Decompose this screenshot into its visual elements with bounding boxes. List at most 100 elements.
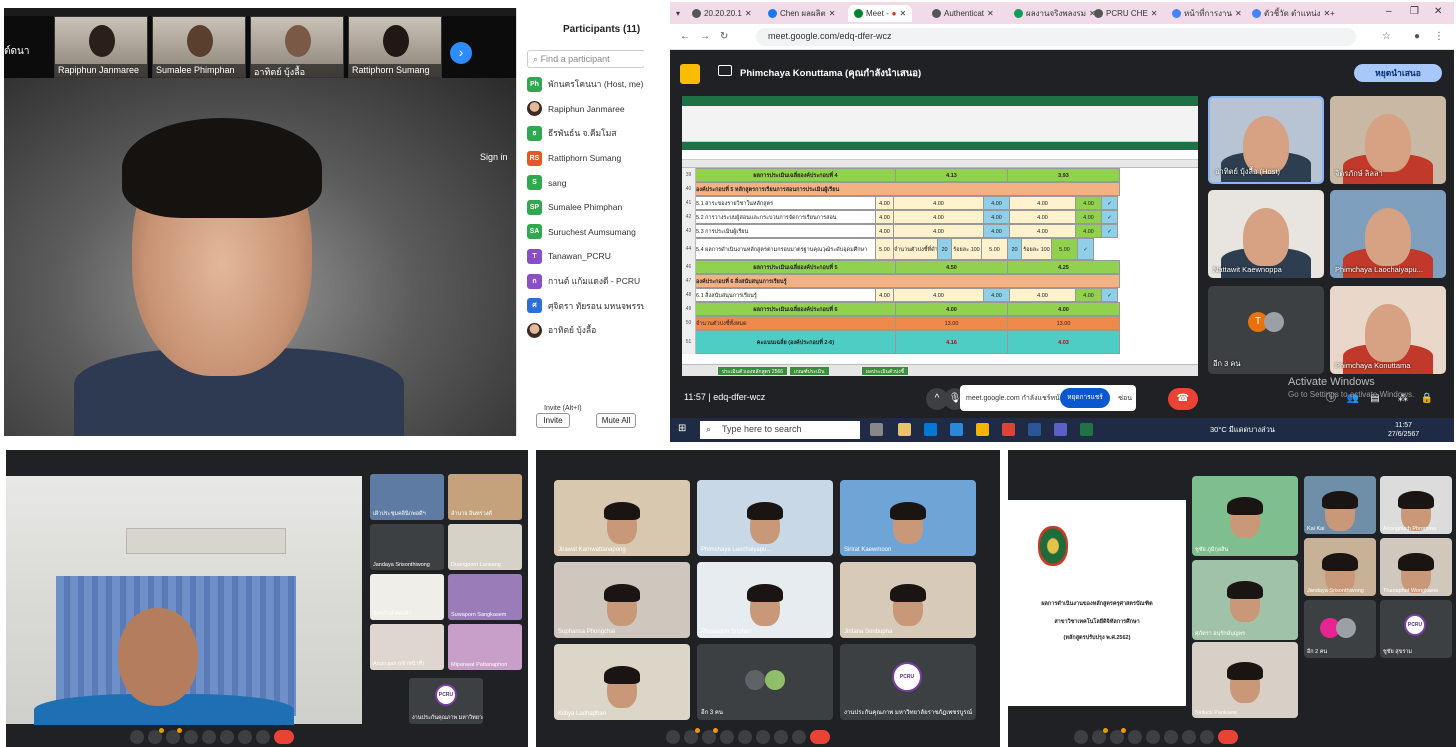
spreadsheet-cell[interactable]: องค์ประกอบที่ 6 สิ่งสนับสนุนการเรียนรู้ — [696, 274, 1120, 288]
participant-row[interactable]: SP Sumalee Phimphan — [527, 195, 644, 220]
participant-thumbnail[interactable]: Rattiphorn Sumang — [348, 16, 442, 78]
hand-icon[interactable] — [1182, 730, 1196, 744]
spreadsheet-cell[interactable]: จำนวนตัวบ่งชี้ทั้งหมด — [696, 316, 896, 330]
participant-thumbnail[interactable]: อาทิตย์ บุ้งลื้อ — [250, 16, 344, 78]
spreadsheet-cell[interactable]: ผลการประเมินเฉลี่ยองค์ประกอบที่ 5 — [696, 260, 896, 274]
camera-off-icon[interactable] — [702, 728, 718, 744]
participant-tile[interactable]: Jandaya Srisonthiwong — [1304, 538, 1376, 596]
browser-tab[interactable]: หน้าที่การงาน ✕ — [1172, 5, 1242, 22]
spreadsheet-cell[interactable]: 5.00 — [982, 238, 1008, 260]
file-explorer-icon[interactable] — [898, 423, 911, 436]
spreadsheet-cell[interactable]: 4.25 — [1008, 260, 1120, 274]
participant-tile[interactable]: Duangporn Lansang — [448, 524, 522, 570]
participant-tile[interactable]: อำนาจ อินทรวงศ์ — [448, 474, 522, 520]
hand-icon[interactable] — [774, 730, 788, 744]
spreadsheet-cell[interactable]: 4.16 — [896, 330, 1008, 354]
captions-icon[interactable] — [1128, 730, 1142, 744]
camera-off-icon[interactable] — [166, 728, 182, 744]
word-icon[interactable] — [1028, 423, 1041, 436]
spreadsheet-cell[interactable]: จำนวนตัวบ่งชี้ที่ดำเนินการ — [894, 238, 938, 260]
participant-tile[interactable]: Aruni pan (เจ้าหน้าที่) — [370, 624, 444, 670]
participant-tile[interactable]: PCRU งานประกันคุณภาพ มหาวิทยาลัย — [409, 678, 483, 724]
spreadsheet-cell[interactable]: ผลการประเมินเฉลี่ยองค์ประกอบที่ 4 — [696, 168, 896, 182]
participant-tile[interactable]: Mipanwat Pattanaphon — [448, 624, 522, 670]
participant-tile[interactable]: Kai Kai — [1304, 476, 1376, 534]
windows-start-icon[interactable]: ⊞ — [678, 423, 686, 434]
spreadsheet-cell[interactable]: 13.00 — [896, 316, 1008, 330]
participant-tile[interactable]: อาทิตย์ บุ้งลื้อ (Host) — [1208, 96, 1324, 184]
participant-tile[interactable]: ศุภัตรา อนุรักษ์บุญพร — [1192, 560, 1298, 640]
tab-menu-icon[interactable]: ▾ — [676, 5, 680, 22]
leave-call-icon[interactable]: ☎ — [1168, 388, 1198, 410]
browser-tab[interactable]: ผลงานจริงพลงรม ✕ — [1014, 5, 1096, 22]
browser-tab[interactable]: Authenticat ✕ — [932, 5, 994, 22]
spreadsheet-cell[interactable]: 4.00 — [894, 210, 984, 224]
spreadsheet-cell[interactable]: 4.00 — [1010, 224, 1076, 238]
close-window-icon[interactable]: ✕ — [1434, 6, 1442, 17]
participant-tile[interactable]: เฝ้าประชุมคลินิกพอดีฯ — [370, 474, 444, 520]
captions-icon[interactable] — [184, 730, 198, 744]
participant-tile[interactable]: Jandaya Srisonthiwong — [370, 524, 444, 570]
more-options-icon[interactable] — [256, 730, 270, 744]
leave-call-icon[interactable] — [810, 730, 830, 744]
more-icon[interactable] — [1074, 730, 1088, 744]
participant-tile[interactable]: Phimchaya Konuttama — [1330, 286, 1446, 374]
participant-thumbnail[interactable]: Sumalee Phimphan — [152, 16, 246, 78]
spreadsheet-cell[interactable]: องค์ประกอบที่ 5 หลักสูตรการเรียนการสอนกา… — [696, 182, 1120, 196]
spreadsheet-cell[interactable]: 4.00 — [876, 210, 894, 224]
bookmark-star-icon[interactable]: ☆ — [1382, 31, 1391, 42]
participant-tile[interactable]: PCRU ชูชัย สุขราม — [1380, 600, 1452, 658]
spreadsheet-cell[interactable]: 4.00 — [894, 196, 984, 210]
captions-icon[interactable] — [720, 730, 734, 744]
participant-tile[interactable]: Suwaporn Sangkasem — [448, 574, 522, 620]
people-icon[interactable] — [1292, 730, 1306, 744]
spreadsheet-cell[interactable]: 5.2 การวางระบบผู้สอนและกระบวนการจัดการเร… — [696, 210, 876, 224]
participant-tile[interactable]: Sirirat Kaewmoon — [840, 480, 976, 556]
spreadsheet-cell[interactable]: 4.00 — [1076, 288, 1102, 302]
spreadsheet-cell[interactable]: 5.3 การประเมินผู้เรียน — [696, 224, 876, 238]
chat-icon[interactable] — [1310, 730, 1324, 744]
spreadsheet-cell[interactable]: ✓ — [1102, 288, 1118, 302]
spreadsheet-cell[interactable]: 4.00 — [1010, 196, 1076, 210]
hand-icon[interactable] — [238, 730, 252, 744]
participant-row[interactable]: SA Suruchest Aumsumang — [527, 220, 644, 245]
leave-call-icon[interactable] — [1218, 730, 1238, 744]
mail-icon[interactable] — [950, 423, 963, 436]
taskbar-search-input[interactable]: ⌕ Type here to search — [700, 421, 860, 439]
spreadsheet-cell[interactable]: 4.13 — [896, 168, 1008, 182]
info-icon[interactable] — [866, 730, 880, 744]
weather-widget[interactable]: 30°C มีแดดบางส่วน — [1210, 424, 1275, 436]
spreadsheet-cell[interactable]: 5.00 — [1052, 238, 1078, 260]
emoji-icon[interactable] — [1146, 730, 1160, 744]
participant-row[interactable]: อาทิตย์ บุ้งลื้อ — [527, 318, 644, 343]
leave-call-icon[interactable] — [274, 730, 294, 744]
info-icon[interactable] — [330, 730, 344, 744]
spreadsheet-cell[interactable]: คะแนนเฉลี่ย (องค์ประกอบที่ 2-6) — [696, 330, 896, 354]
edge-icon[interactable] — [924, 423, 937, 436]
spreadsheet-cell[interactable]: 5.00 — [876, 238, 894, 260]
more-icon[interactable] — [666, 730, 680, 744]
camera-off-icon[interactable] — [1110, 728, 1126, 744]
spreadsheet-cell[interactable]: ร้อยละ 100 — [1022, 238, 1052, 260]
chat-icon[interactable] — [902, 730, 916, 744]
spreadsheet-cell[interactable]: 4.00 — [876, 288, 894, 302]
spreadsheet-cell[interactable]: 4.00 — [1076, 224, 1102, 238]
chrome-icon[interactable] — [1002, 423, 1015, 436]
microphone-off-icon[interactable] — [148, 728, 164, 744]
new-tab-button[interactable]: + — [1330, 5, 1335, 22]
participant-row[interactable]: Ssang — [527, 170, 644, 195]
spreadsheet-cell[interactable]: 13.00 — [1008, 316, 1120, 330]
browser-menu-icon[interactable]: ⋮ — [1434, 31, 1444, 42]
participant-tile[interactable]: จิตรภักษ์ ทองคำ — [370, 574, 444, 620]
participant-row[interactable]: Rapiphun Janmaree — [527, 97, 644, 122]
emoji-icon[interactable] — [738, 730, 752, 744]
maximize-icon[interactable]: ❐ — [1410, 6, 1419, 17]
invite-button[interactable]: Invite — [536, 413, 570, 428]
spreadsheet-cell[interactable]: 4.00 — [894, 288, 984, 302]
participant-row[interactable]: T Tanawan_PCRU — [527, 244, 644, 269]
spreadsheet-cell[interactable]: ✓ — [1078, 238, 1094, 260]
participant-search-input[interactable]: ⌕ Find a participant — [527, 50, 644, 68]
back-icon[interactable]: ← — [680, 31, 690, 42]
sheet-tab[interactable]: ผลประเมินตัวบ่งชี้ — [862, 367, 909, 375]
participant-tile[interactable]: PCRU งานประกันคุณภาพ มหาวิทยาลัยราชภัฏเพช… — [840, 644, 976, 720]
